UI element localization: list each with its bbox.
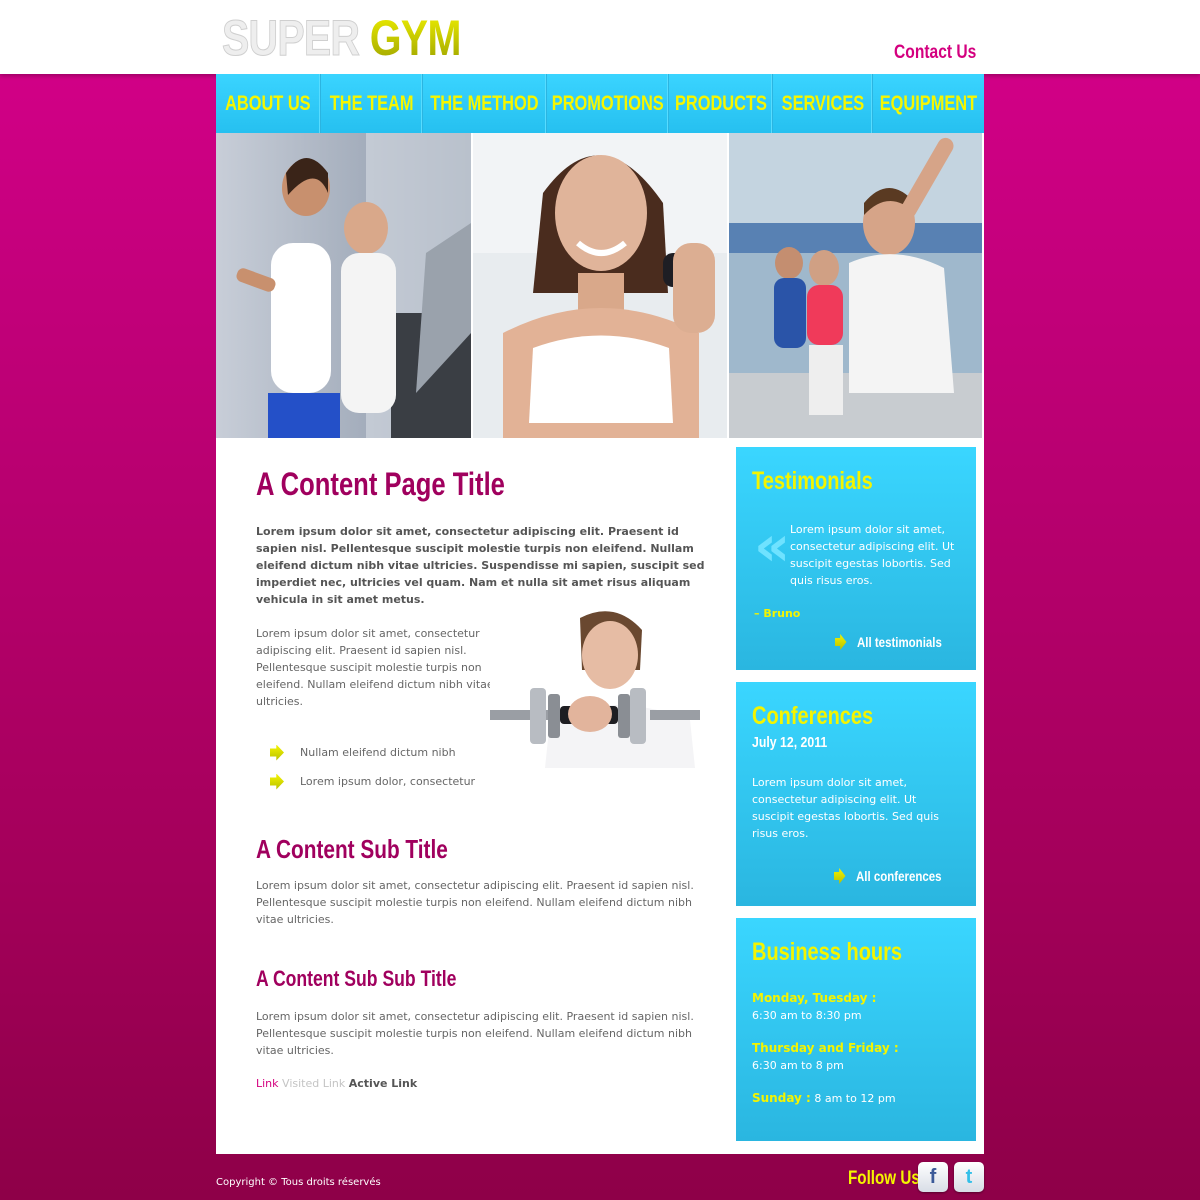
nav-item-the-team[interactable]: THE TEAM [321, 74, 423, 133]
hero-photo-woman-dumbbell [471, 133, 727, 438]
hero-banner [216, 133, 984, 438]
testimonial-text: Lorem ipsum dolor sit amet, consectetur … [790, 523, 955, 587]
hours-row-2: Thursday and Friday : 6:30 am to 8 pm [752, 1041, 899, 1072]
nav-item-products[interactable]: PRODUCTS [669, 74, 773, 133]
main-nav: ABOUT US THE TEAM THE METHOD PROMOTIONS … [216, 74, 984, 133]
copyright-text: Copyright © Tous droits réservés [216, 1177, 381, 1188]
main-panel: A Content Page Title Lorem ipsum dolor s… [216, 438, 984, 1154]
business-hours-box: Business hours Monday, Tuesday : 6:30 am… [736, 918, 976, 1141]
facebook-icon[interactable]: f [918, 1162, 948, 1192]
sub-paragraph: Lorem ipsum dolor sit amet, consectetur … [256, 879, 694, 926]
sub-sub-section: A Content Sub Sub Title Lorem ipsum dolo… [256, 966, 706, 1090]
logo-gym: GYM [369, 10, 462, 66]
sub-sub-title: A Content Sub Sub Title [256, 966, 457, 991]
sub-section: A Content Sub Title Lorem ipsum dolor si… [256, 834, 706, 928]
lead-paragraph: Lorem ipsum dolor sit amet, consectetur … [256, 525, 705, 606]
list-item: Lorem ipsum dolor, consectetur [256, 767, 706, 796]
header-bar: SUPER GYM Contact Us [0, 0, 1200, 74]
all-testimonials-link[interactable]: All testimonials [834, 634, 960, 650]
page-title: A Content Page Title [256, 466, 505, 502]
nav-item-services[interactable]: SERVICES [773, 74, 873, 133]
intro-paragraph: Lorem ipsum dolor sit amet, consectetur … [256, 627, 494, 708]
logo-super: SUPER [222, 10, 361, 67]
hero-photo-treadmill [216, 133, 471, 438]
conference-text: Lorem ipsum dolor sit amet, consectetur … [752, 776, 939, 840]
active-link[interactable]: Active Link [349, 1077, 417, 1090]
hours-row-3: Sunday : 8 am to 12 pm [752, 1091, 896, 1105]
sample-link[interactable]: Link [256, 1077, 279, 1090]
nav-item-equipment[interactable]: EQUIPMENT [873, 74, 984, 133]
sub-sub-paragraph: Lorem ipsum dolor sit amet, consectetur … [256, 1010, 694, 1057]
site-logo[interactable]: SUPER GYM [222, 10, 462, 67]
twitter-icon[interactable]: t [954, 1162, 984, 1192]
nav-item-the-method[interactable]: THE METHOD [423, 74, 547, 133]
testimonials-box: Testimonials « Lorem ipsum dolor sit ame… [736, 447, 976, 670]
follow-us-label: Follow Us [848, 1168, 920, 1189]
sub-title: A Content Sub Title [256, 834, 448, 864]
nav-item-promotions[interactable]: PROMOTIONS [547, 74, 669, 133]
all-conferences-link[interactable]: All conferences [833, 868, 960, 884]
arrow-right-icon [834, 634, 847, 650]
dumbbell-photo [490, 610, 706, 768]
hours-row-1: Monday, Tuesday : 6:30 am to 8:30 pm [752, 991, 877, 1022]
testimonial-author: – Bruno [754, 607, 801, 620]
conferences-box: Conferences July 12, 2011 Lorem ipsum do… [736, 682, 976, 906]
nav-item-about-us[interactable]: ABOUT US [216, 74, 321, 133]
hero-photo-group-class [727, 133, 982, 438]
visited-link[interactable]: Visited Link [282, 1077, 345, 1090]
arrow-right-icon [270, 744, 284, 761]
quote-icon: « [754, 514, 791, 579]
conferences-title: Conferences [752, 702, 874, 730]
arrow-right-icon [270, 773, 284, 790]
contact-us-link[interactable]: Contact Us [894, 42, 976, 64]
conference-date: July 12, 2011 [752, 734, 828, 751]
testimonials-title: Testimonials [752, 467, 873, 495]
arrow-right-icon [833, 868, 846, 884]
link-samples: Link Visited Link Active Link [256, 1077, 706, 1090]
business-hours-title: Business hours [752, 938, 903, 966]
